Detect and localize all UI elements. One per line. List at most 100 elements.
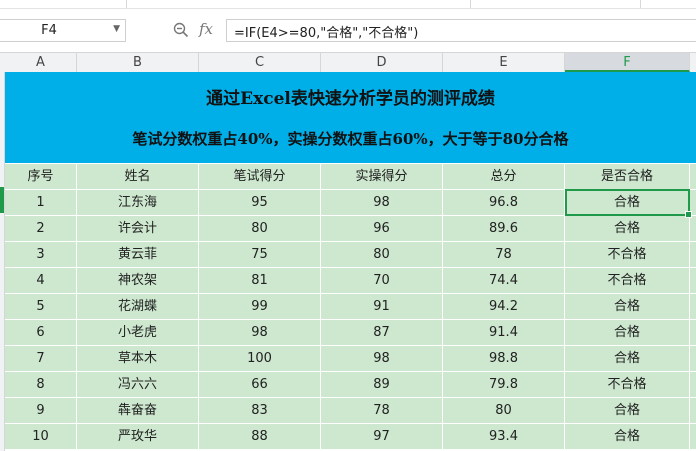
column-header-d[interactable]: D [321,53,443,72]
cell-name[interactable]: 黄云菲 [77,242,199,267]
cell-pass-status[interactable]: 合格 [565,320,690,345]
cell-pass-status[interactable]: 不合格 [565,268,690,293]
insert-function-icon[interactable]: fx [199,20,213,38]
toolbar-strip [0,0,696,9]
cell-index[interactable]: 6 [5,320,77,345]
cell-written-score[interactable]: 88 [199,424,321,449]
table-row: 3 黄云菲 75 80 78 不合格 [5,242,696,268]
cell-name[interactable]: 江东海 [77,190,199,215]
cell-written-score[interactable]: 98 [199,320,321,345]
cell-written-score[interactable]: 80 [199,216,321,241]
cell-pass-status[interactable]: 合格 [565,190,690,215]
magnifier-icon[interactable] [173,22,189,42]
cell-total-score[interactable]: 91.4 [443,320,565,345]
cell-total-score[interactable]: 80 [443,398,565,423]
cell-practical-score[interactable]: 98 [321,346,443,371]
cell-practical-score[interactable]: 97 [321,424,443,449]
column-header-f[interactable]: F [565,53,690,72]
score-table: 序号 姓名 笔试得分 实操得分 总分 是否合格 1 江东海 95 98 96.8 合格 2 许会计 80 96… [5,164,696,450]
cell-practical-score[interactable]: 70 [321,268,443,293]
cell-index[interactable]: 1 [5,190,77,215]
toolbar-divider [126,0,127,8]
cell-total-score[interactable]: 94.2 [443,294,565,319]
cell-total-score[interactable]: 74.4 [443,268,565,293]
cell-index[interactable]: 4 [5,268,77,293]
cell-index[interactable]: 3 [5,242,77,267]
table-header-row: 序号 姓名 笔试得分 实操得分 总分 是否合格 [5,164,696,190]
cell-written-score[interactable]: 100 [199,346,321,371]
cell-index[interactable]: 2 [5,216,77,241]
cell-pass-status[interactable]: 合格 [565,294,690,319]
sheet-title: 通过Excel表快速分析学员的测评成绩 [206,89,495,109]
cell-written-score[interactable]: 75 [199,242,321,267]
header-written-score[interactable]: 笔试得分 [199,164,321,189]
cell-written-score[interactable]: 99 [199,294,321,319]
column-header-c[interactable]: C [199,53,321,72]
cell-total-score[interactable]: 79.8 [443,372,565,397]
column-header-b[interactable]: B [77,53,199,72]
cell-practical-score[interactable]: 96 [321,216,443,241]
cell-name[interactable]: 神农架 [77,268,199,293]
cell-total-score[interactable]: 98.8 [443,346,565,371]
cell-name[interactable]: 许会计 [77,216,199,241]
cell-written-score[interactable]: 83 [199,398,321,423]
table-row: 10 严玫华 88 97 93.4 合格 [5,424,696,450]
column-headers: A B C D E F [0,52,696,73]
cell-index[interactable]: 10 [5,424,77,449]
header-total-score[interactable]: 总分 [443,164,565,189]
cell-pass-status[interactable]: 合格 [565,216,690,241]
cell-name[interactable]: 冯六六 [77,372,199,397]
cell-total-score[interactable]: 89.6 [443,216,565,241]
header-name[interactable]: 姓名 [77,164,199,189]
cell-pass-status[interactable]: 不合格 [565,372,690,397]
cell-total-score[interactable]: 93.4 [443,424,565,449]
cell-index[interactable]: 7 [5,346,77,371]
cell-written-score[interactable]: 95 [199,190,321,215]
table-row: 9 犇奋奋 83 78 80 合格 [5,398,696,424]
formula-bar: F4 ▼ fx =IF(E4>=80,"合格","不合格") [0,14,696,48]
sheet-subtitle: 笔试分数权重占40%，实操分数权重占60%，大于等于80分合格 [132,130,569,148]
cell-practical-score[interactable]: 89 [321,372,443,397]
name-box[interactable]: F4 ▼ [0,19,126,42]
cell-pass-status[interactable]: 合格 [565,398,690,423]
header-pass-status[interactable]: 是否合格 [565,164,690,189]
chevron-down-icon[interactable]: ▼ [113,24,120,34]
cell-practical-score[interactable]: 87 [321,320,443,345]
header-practical-score[interactable]: 实操得分 [321,164,443,189]
cell-pass-status[interactable]: 不合格 [565,242,690,267]
cell-reference: F4 [41,23,57,38]
table-row: 1 江东海 95 98 96.8 合格 [5,190,696,216]
table-row: 2 许会计 80 96 89.6 合格 [5,216,696,242]
active-row-marker [0,187,4,213]
cell-total-score[interactable]: 96.8 [443,190,565,215]
cell-name[interactable]: 犇奋奋 [77,398,199,423]
cell-pass-status[interactable]: 合格 [565,346,690,371]
cell-name[interactable]: 花湖蝶 [77,294,199,319]
cell-practical-score[interactable]: 78 [321,398,443,423]
cell-practical-score[interactable]: 80 [321,242,443,267]
cell-pass-status[interactable]: 合格 [565,424,690,449]
cell-index[interactable]: 5 [5,294,77,319]
cell-name[interactable]: 草本木 [77,346,199,371]
cell-written-score[interactable]: 81 [199,268,321,293]
spreadsheet-grid[interactable]: 通过Excel表快速分析学员的测评成绩 笔试分数权重占40%，实操分数权重占60… [0,72,696,451]
cell-written-score[interactable]: 66 [199,372,321,397]
table-row: 7 草本木 100 98 98.8 合格 [5,346,696,372]
header-index[interactable]: 序号 [5,164,77,189]
cell-practical-score[interactable]: 98 [321,190,443,215]
formula-input[interactable]: =IF(E4>=80,"合格","不合格") [226,19,696,42]
table-row: 8 冯六六 66 89 79.8 不合格 [5,372,696,398]
cell-name[interactable]: 小老虎 [77,320,199,345]
table-row: 6 小老虎 98 87 91.4 合格 [5,320,696,346]
table-row: 5 花湖蝶 99 91 94.2 合格 [5,294,696,320]
toolbar-divider [640,0,641,8]
column-header-e[interactable]: E [443,53,565,72]
cell-total-score[interactable]: 78 [443,242,565,267]
cell-index[interactable]: 9 [5,398,77,423]
cell-practical-score[interactable]: 91 [321,294,443,319]
column-header-a[interactable]: A [5,53,77,72]
table-row: 4 神农架 81 70 74.4 不合格 [5,268,696,294]
cell-index[interactable]: 8 [5,372,77,397]
merged-title-cell[interactable]: 通过Excel表快速分析学员的测评成绩 笔试分数权重占40%，实操分数权重占60… [5,72,696,164]
cell-name[interactable]: 严玫华 [77,424,199,449]
